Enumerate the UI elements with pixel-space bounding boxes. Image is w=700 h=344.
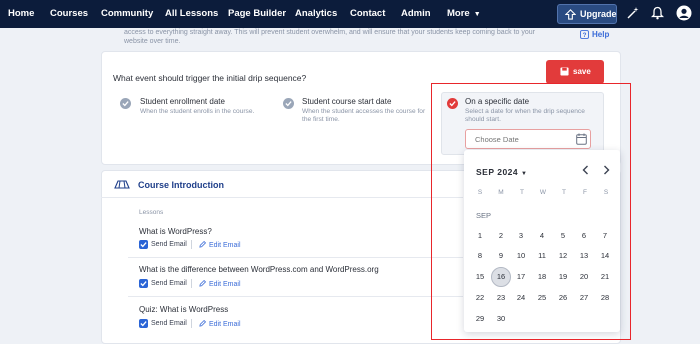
send-email-checkbox[interactable] [139,279,148,288]
nav-more-label: More [447,8,470,19]
lesson-title: What is WordPress? [139,227,212,236]
edit-email-label: Edit Email [209,242,241,249]
enrollment-date-radio[interactable] [120,98,131,109]
lesson-title: Quiz: What is WordPress [139,305,229,314]
check-icon [140,321,147,327]
lesson-title: What is the difference between WordPress… [139,265,379,274]
row-divider [128,257,463,258]
nav-courses[interactable]: Courses [50,0,88,28]
edit-email-link[interactable]: Edit Email [199,279,241,288]
help-link[interactable]: ? Help [580,30,609,39]
drip-trigger-question: What event should trigger the initial dr… [113,73,307,83]
edit-email-label: Edit Email [209,321,241,328]
nav-community[interactable]: Community [101,0,153,28]
lessons-label: Lessons [139,209,164,216]
save-icon [560,67,569,76]
send-email-label: Send Email [151,241,187,248]
check-icon [140,281,147,287]
send-email-checkbox[interactable] [139,240,148,249]
option-title[interactable]: Student course start date [302,97,391,106]
edit-email-link[interactable]: Edit Email [199,319,241,328]
upgrade-label: Upgrade [580,9,617,19]
bell-icon[interactable] [651,6,664,20]
nav-more[interactable]: More ▼ [447,0,481,28]
save-button[interactable]: save [546,60,604,84]
row-divider [128,296,463,297]
nav-admin[interactable]: Admin [401,0,431,28]
nav-contact[interactable]: Contact [350,0,385,28]
divider [191,319,192,328]
magic-wand-icon[interactable] [626,6,640,20]
divider [191,279,192,288]
svg-text:?: ? [583,32,587,39]
top-nav: Home Courses Community All Lessons Page … [0,0,700,28]
option-desc: When the student enrolls in the course. [140,108,255,115]
send-email-checkbox[interactable] [139,319,148,328]
send-email-label: Send Email [151,320,187,327]
nav-analytics[interactable]: Analytics [295,0,337,28]
pencil-icon [199,319,207,327]
edit-email-label: Edit Email [209,281,241,288]
course-divider [101,197,463,198]
save-label: save [573,67,591,76]
avatar-icon[interactable] [676,5,692,21]
pencil-icon [199,240,207,248]
course-section-icon [114,180,130,189]
intro-text: access to everything straight away. This… [124,29,536,45]
upgrade-icon [565,9,576,20]
check-icon [285,101,292,107]
divider [191,240,192,249]
check-icon [140,242,147,248]
help-icon: ? [580,30,589,39]
option-title[interactable]: Student enrollment date [140,97,225,106]
nav-home[interactable]: Home [8,0,34,28]
nav-all-lessons[interactable]: All Lessons [165,0,218,28]
course-section-title[interactable]: Course Introduction [138,180,224,190]
check-icon [122,101,129,107]
edit-email-link[interactable]: Edit Email [199,240,241,249]
highlight-box [431,83,631,340]
upgrade-button[interactable]: Upgrade [557,4,617,24]
course-start-date-radio[interactable] [283,98,294,109]
pencil-icon [199,279,207,287]
nav-page-builder[interactable]: Page Builder [228,0,286,28]
help-label: Help [592,30,610,39]
send-email-label: Send Email [151,280,187,287]
option-desc: When the student accesses the course for… [302,108,426,123]
chevron-down-icon: ▼ [473,11,481,18]
